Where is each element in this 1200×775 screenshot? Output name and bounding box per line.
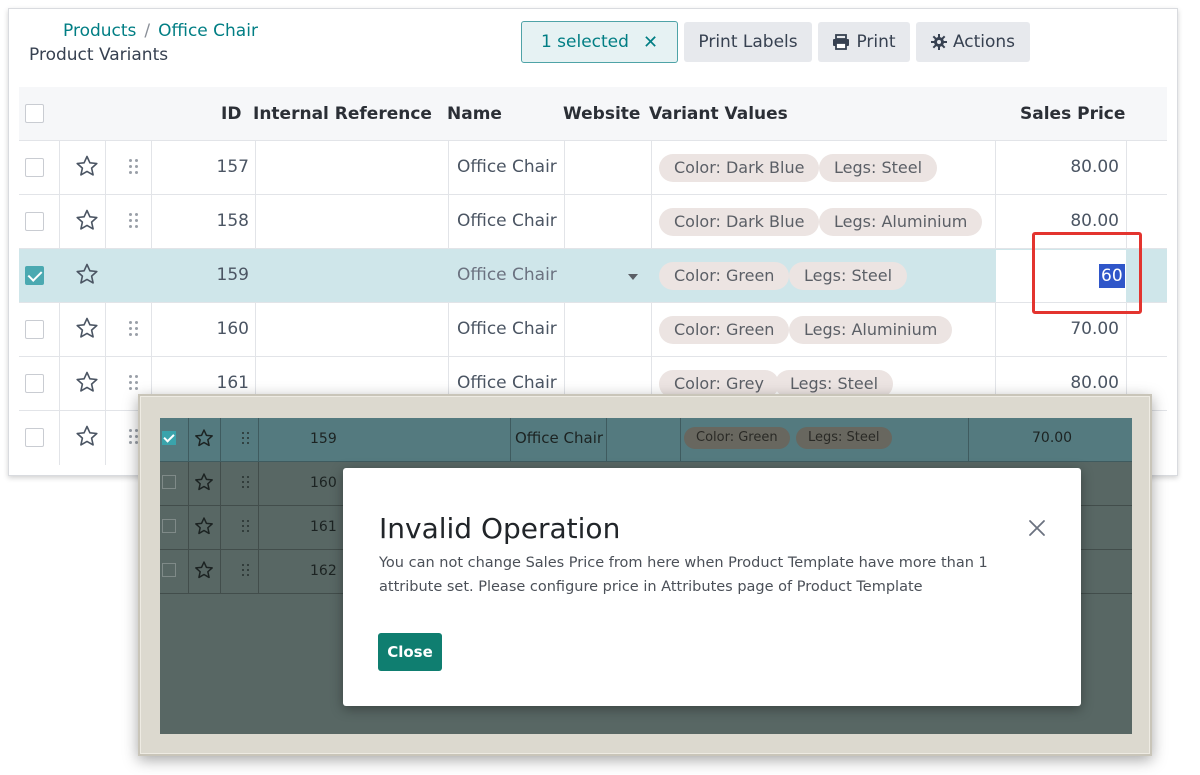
cell-id: 159 [310,431,337,447]
row-checkbox-checked [162,431,176,445]
table-header: ID Internal Reference Name Website Varia… [19,87,1167,141]
star-icon [195,429,213,447]
cell-id: 161 [310,519,337,535]
page-title: Product Variants [29,45,169,65]
breadcrumb-separator: / [144,21,151,41]
close-icon[interactable]: ✕ [643,32,658,53]
print-label: Print [856,32,896,52]
print-button[interactable]: Print [818,22,910,62]
background-row: 159 Office Chair Color: Green Legs: Stee… [160,418,1132,462]
row-checkbox[interactable] [25,212,44,231]
star-icon[interactable] [75,262,99,286]
close-icon[interactable] [1027,518,1047,538]
cell-id: 162 [310,563,337,579]
row-checkbox[interactable] [25,374,44,393]
variant-tag-color: Color: Green [659,262,790,290]
selection-indicator: 1 selected ✕ [521,21,678,63]
row-checkbox [162,475,176,489]
star-icon[interactable] [75,370,99,394]
cell-id: 159 [216,265,249,285]
row-checkbox [162,563,176,577]
cell-id: 161 [216,373,249,393]
dialog-title: Invalid Operation [379,512,621,545]
actions-label: Actions [952,32,1016,52]
column-variant-values[interactable]: Variant Values [649,104,788,124]
drag-handle-icon [242,564,250,577]
cell-sales-price[interactable]: 80.00 [1070,157,1119,177]
table-row[interactable]: 160 Office Chair Color: Green Legs: Alum… [19,303,1167,357]
column-internal-reference[interactable]: Internal Reference [253,104,432,124]
dialog-message: You can not change Sales Price from here… [379,555,988,595]
column-id[interactable]: ID [221,104,241,124]
selected-count: 1 selected [540,32,629,52]
drag-handle-icon[interactable] [129,213,139,229]
print-labels-button[interactable]: Print Labels [684,22,812,62]
star-icon[interactable] [75,208,99,232]
cell-id: 160 [216,319,249,339]
cell-id: 157 [216,157,249,177]
actions-button[interactable]: Actions [916,22,1030,62]
print-labels-label: Print Labels [698,32,798,52]
page: Products / Office Chair Product Variants 1… [0,0,1200,775]
star-icon[interactable] [75,154,99,178]
gear-icon [930,34,947,50]
column-name[interactable]: Name [447,104,502,124]
variant-tag-legs: Legs: Steel [789,262,908,290]
drag-handle-icon [242,476,250,489]
drag-handle-icon[interactable] [129,321,139,337]
column-sales-price[interactable]: Sales Price [1020,104,1125,124]
variant-tag-legs: Legs: Steel [796,427,892,449]
drag-handle-icon [242,520,250,533]
breadcrumb-products[interactable]: Products [63,21,136,41]
cell-id: 160 [310,475,337,491]
breadcrumb: Products / Office Chair [63,21,258,41]
close-button[interactable]: Close [378,633,442,671]
table-row[interactable]: 157 Office Chair Color: Dark Blue Legs: … [19,141,1167,195]
breadcrumb-office-chair[interactable]: Office Chair [158,21,258,41]
cell-name: Office Chair [457,319,557,339]
variant-tag-legs: Legs: Aluminium [819,208,983,236]
column-website[interactable]: Website [563,104,640,124]
row-checkbox [162,519,176,533]
cell-name: Office Chair [457,373,557,393]
variant-tag-legs: Legs: Aluminium [789,316,953,344]
table-row-selected[interactable]: 159 Office Chair Color: Green Legs: Stee… [19,249,1167,303]
cell-id: 158 [216,211,249,231]
error-dialog: Invalid Operation You can not change Sal… [343,468,1081,706]
cell-sales-price[interactable]: 80.00 [1070,373,1119,393]
select-all-checkbox[interactable] [25,104,44,123]
row-checkbox-checked[interactable] [25,266,44,285]
star-icon[interactable] [75,316,99,340]
variant-tag-color: Color: Green [684,427,790,449]
star-icon [195,473,213,491]
star-icon[interactable] [75,424,99,448]
cell-name: Office Chair [457,211,557,231]
cell-sales-price[interactable]: 80.00 [1070,211,1119,231]
printer-icon [833,34,850,50]
variant-tag-color: Color: Dark Blue [659,154,820,182]
chevron-down-icon[interactable] [628,274,638,280]
cell-name: Office Chair [457,157,557,177]
variant-tag-color: Color: Dark Blue [659,208,820,236]
row-checkbox[interactable] [25,428,44,447]
table-row[interactable]: 158 Office Chair Color: Dark Blue Legs: … [19,195,1167,249]
cell-sales-price: 70.00 [1032,430,1073,446]
star-icon [195,517,213,535]
star-icon [195,561,213,579]
cell-name: Office Chair [515,429,604,447]
row-checkbox[interactable] [25,158,44,177]
drag-handle-icon[interactable] [129,159,139,175]
variant-tag-legs: Legs: Steel [819,154,938,182]
row-checkbox[interactable] [25,320,44,339]
cell-sales-price[interactable]: 70.00 [1070,319,1119,339]
drag-handle-icon [242,432,250,445]
highlight-box [1032,232,1142,314]
cell-name[interactable]: Office Chair [457,265,557,285]
variant-tag-color: Color: Green [659,316,790,344]
drag-handle-icon[interactable] [129,375,139,391]
